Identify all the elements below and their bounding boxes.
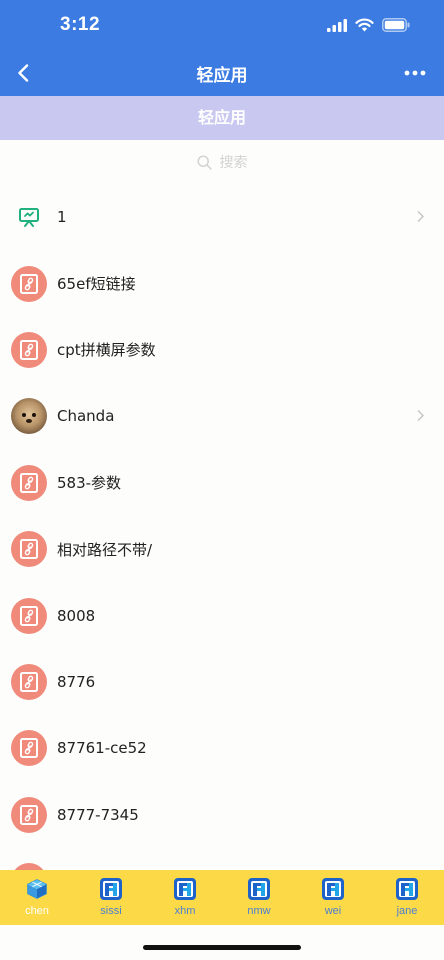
link-icon — [11, 265, 47, 302]
list-item-label: 相对路径不带/ — [57, 540, 153, 559]
link-icon — [11, 796, 47, 833]
tab-label: wei — [324, 905, 342, 917]
search-placeholder: 搜索 — [219, 155, 248, 171]
app-logo-icon — [322, 878, 344, 900]
link-icon — [11, 597, 47, 634]
list-item-label: Chanda — [57, 407, 115, 426]
list-item-label: 65ef短链接 — [57, 275, 136, 294]
list-item[interactable]: 8008 — [0, 582, 444, 648]
tab-xhm[interactable]: xhm — [148, 870, 222, 925]
tab-wei[interactable]: wei — [296, 870, 370, 925]
link-icon — [11, 531, 47, 568]
search-bar[interactable]: 搜索 — [0, 140, 444, 184]
tab-label: jane — [396, 905, 418, 917]
list-item[interactable]: 8777-7345 — [0, 782, 444, 848]
nav-bar: 轻应用 — [0, 50, 444, 96]
status-time: 3:12 — [60, 14, 101, 35]
app-logo-icon — [174, 878, 196, 900]
app-logo-icon — [248, 878, 270, 900]
status-icons — [327, 17, 410, 36]
link-icon — [11, 331, 47, 368]
tab-jane[interactable]: jane — [370, 870, 444, 925]
cube-logo-icon — [26, 878, 48, 900]
signal-icon — [327, 17, 347, 36]
list-item-label: 87761-ce52 — [57, 739, 147, 758]
chevron-right-icon — [417, 208, 424, 227]
status-bar: 3:12 — [0, 0, 444, 50]
wifi-icon — [355, 17, 374, 36]
tab-label: sissi — [100, 905, 122, 917]
link-icon — [11, 663, 47, 700]
list-item[interactable]: cpt拼横屏参数 — [0, 317, 444, 383]
nav-title: 轻应用 — [196, 66, 248, 86]
tab-nmw[interactable]: nmw — [222, 870, 296, 925]
list-item-label: 1 — [57, 208, 67, 227]
tab-label: chen — [25, 905, 49, 917]
list-item[interactable]: Chanda — [0, 383, 444, 449]
section-header: 轻应用 — [0, 96, 444, 140]
more-button[interactable] — [400, 58, 430, 88]
list-item-label: 8008 — [57, 606, 96, 625]
search-icon — [196, 154, 212, 170]
list-item-label: cpt拼横屏参数 — [57, 341, 156, 360]
app-logo-icon — [396, 878, 418, 900]
list-item[interactable]: 1 — [0, 184, 444, 250]
list-item[interactable]: 65ef短链接 — [0, 250, 444, 316]
chevron-right-icon — [417, 407, 424, 426]
tab-chen[interactable]: chen — [0, 870, 74, 925]
battery-icon — [382, 17, 410, 36]
tab-label: xhm — [174, 905, 196, 917]
link-icon — [11, 464, 47, 501]
tab-sissi[interactable]: sissi — [74, 870, 148, 925]
list-item-label: 8777-7345 — [57, 805, 139, 824]
list-item[interactable]: 583-参数 — [0, 450, 444, 516]
list-item[interactable]: 87761-ce52 — [0, 715, 444, 781]
list-item-label: 583-参数 — [57, 474, 122, 493]
list-item-label: 8776 — [57, 672, 96, 691]
home-indicator[interactable] — [143, 945, 301, 950]
tab-bar: chen sissi xhm nmw wei jane — [0, 870, 444, 925]
presentation-icon — [11, 199, 47, 235]
more-dots-icon — [404, 70, 426, 76]
list-item[interactable]: 相对路径不带/ — [0, 516, 444, 582]
app-logo-icon — [100, 878, 122, 900]
list-item[interactable]: 8776 — [0, 649, 444, 715]
app-list: 1 65ef短链接 cpt拼横屏参数 Chanda 583-参数 相对路径不带/ — [0, 184, 444, 914]
link-icon — [11, 730, 47, 767]
avatar — [11, 398, 47, 435]
tab-label: nmw — [247, 905, 271, 917]
